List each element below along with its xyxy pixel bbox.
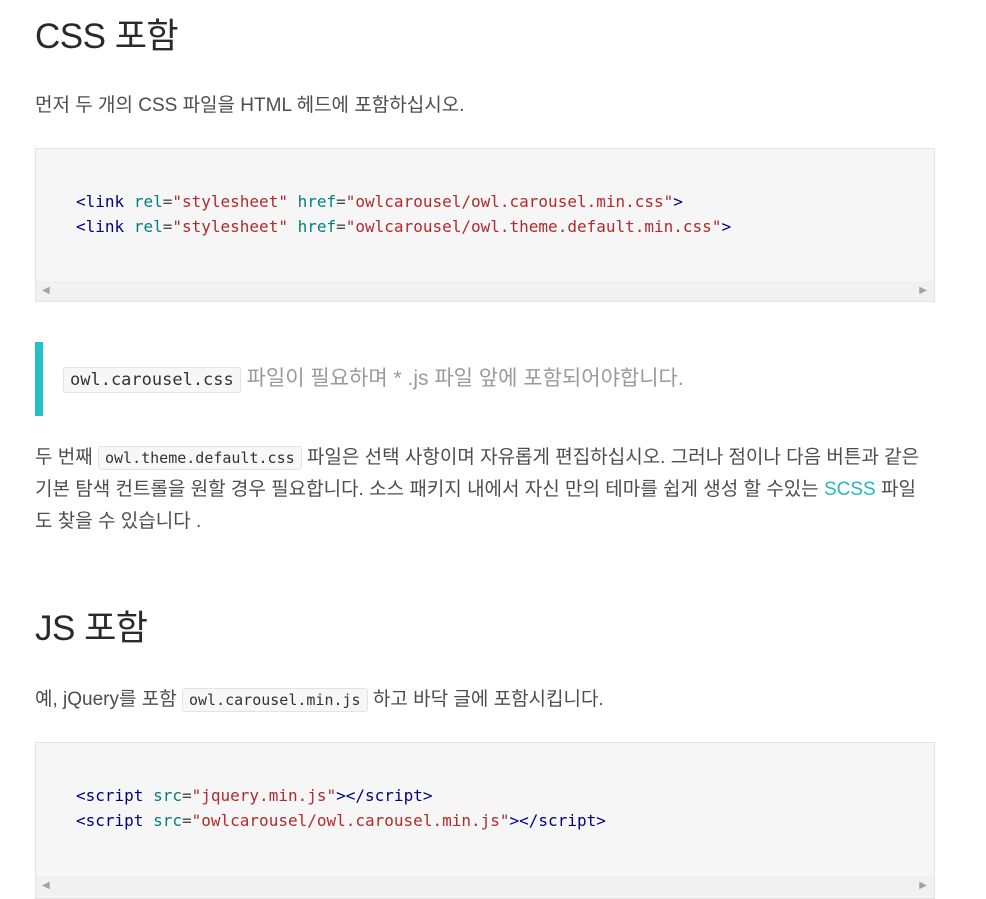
scss-link[interactable]: SCSS xyxy=(824,479,876,500)
js-code-block[interactable]: <script src="jquery.min.js"></script> <s… xyxy=(35,742,935,899)
code-line: <script src="jquery.min.js"></script> xyxy=(76,786,433,805)
scroll-left-arrow-icon[interactable]: ◀ xyxy=(42,285,50,297)
code-line: <link rel="stylesheet" href="owlcarousel… xyxy=(76,217,732,236)
css-code: <link rel="stylesheet" href="owlcarousel… xyxy=(36,149,934,239)
note-callout: owl.carousel.css 파일이 필요하며 * .js 파일 앞에 포함… xyxy=(35,342,943,416)
callout-text: owl.carousel.css 파일이 필요하며 * .js 파일 앞에 포함… xyxy=(63,364,684,395)
inline-code: owl.carousel.min.js xyxy=(182,688,368,712)
horizontal-scrollbar[interactable]: ◀ ▶ xyxy=(36,281,934,301)
heading-css-include: CSS 포함 xyxy=(35,17,179,56)
horizontal-scrollbar[interactable]: ◀ ▶ xyxy=(36,876,934,896)
js-intro-text: 예, jQuery를 포함 owl.carousel.min.js 하고 바닥 … xyxy=(35,688,604,712)
scroll-left-arrow-icon[interactable]: ◀ xyxy=(42,880,50,892)
scroll-right-arrow-icon[interactable]: ▶ xyxy=(919,285,927,297)
js-code: <script src="jquery.min.js"></script> <s… xyxy=(36,743,934,833)
css-intro-text: 먼저 두 개의 CSS 파일을 HTML 헤드에 포함하십시오. xyxy=(35,95,465,116)
scroll-right-arrow-icon[interactable]: ▶ xyxy=(919,880,927,892)
theme-paragraph: 두 번째 owl.theme.default.css 파일은 선택 사항이며 자… xyxy=(35,446,920,532)
code-line: <link rel="stylesheet" href="owlcarousel… xyxy=(76,192,683,211)
inline-code: owl.theme.default.css xyxy=(98,446,302,470)
code-line: <script src="owlcarousel/owl.carousel.mi… xyxy=(76,811,606,830)
inline-code: owl.carousel.css xyxy=(63,367,241,393)
heading-js-include: JS 포함 xyxy=(35,609,148,648)
css-code-block[interactable]: <link rel="stylesheet" href="owlcarousel… xyxy=(35,148,935,302)
